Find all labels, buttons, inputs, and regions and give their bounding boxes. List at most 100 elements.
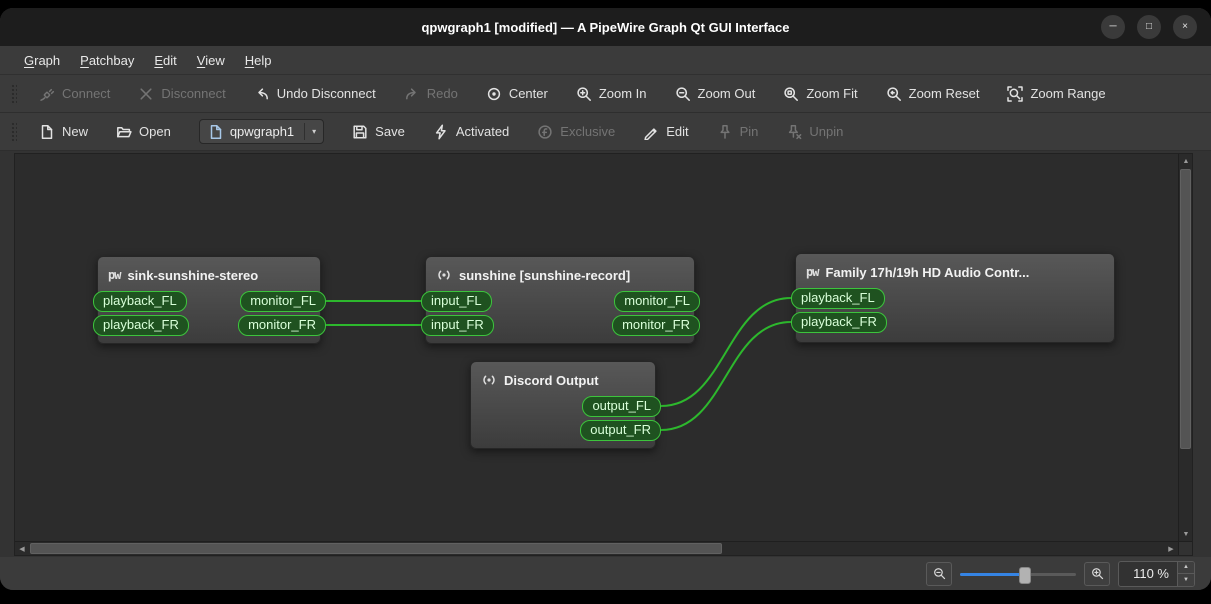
horizontal-scrollbar-thumb[interactable]: [30, 543, 722, 554]
port-input_FL[interactable]: input_FL: [421, 290, 492, 312]
port-monitor_FL[interactable]: monitor_FL: [240, 290, 326, 312]
node-title: sunshine [sunshine-record]: [459, 267, 631, 283]
menu-patchbay[interactable]: Patchbay: [70, 49, 144, 72]
scroll-down-button[interactable]: ▼: [1179, 527, 1193, 541]
unpin-button[interactable]: Unpin: [776, 119, 853, 145]
patchbay-file-combo[interactable]: qpwgraph1 ▾: [198, 119, 325, 144]
zoom-out-icon: [933, 567, 946, 580]
port-playback_FR[interactable]: playback_FR: [791, 311, 887, 333]
triangle-left-icon: ◀: [19, 546, 25, 553]
port-row: input_FL monitor_FL: [421, 290, 700, 312]
port-row: playback_FR monitor_FR: [93, 314, 326, 336]
zoom-spinbox[interactable]: 110 % ▲ ▼: [1118, 560, 1195, 587]
undo-icon: [254, 86, 270, 102]
connect-button[interactable]: Connect: [29, 81, 120, 107]
zoom-out-button[interactable]: Zoom Out: [665, 81, 766, 107]
toolbar-drag-handle[interactable]: [10, 120, 17, 143]
graph-canvas[interactable]: pw sink-sunshine-stereo playback_FL monitor…: [15, 154, 1178, 541]
port-row: playback_FL monitor_FL: [93, 290, 326, 312]
exclusive-button[interactable]: Exclusive: [527, 119, 625, 145]
toolbar-file: New Open qpwgraph1 ▾ Save Activated Exclusive E…: [0, 113, 1211, 151]
triangle-down-icon: ▼: [1183, 576, 1189, 583]
connect-label: Connect: [62, 86, 111, 101]
graph-frame: pw sink-sunshine-stereo playback_FL monitor…: [14, 153, 1193, 556]
node-family[interactable]: pw Family 17h/19h HD Audio Contr... playba…: [791, 253, 1115, 343]
vertical-scrollbar[interactable]: ▲ ▼: [1178, 154, 1192, 541]
zoom-reset-button[interactable]: Zoom Reset: [876, 81, 990, 107]
port-playback_FL[interactable]: playback_FL: [791, 287, 885, 309]
port-playback_FL[interactable]: playback_FL: [93, 290, 187, 312]
port-playback_FR[interactable]: playback_FR: [93, 314, 189, 336]
statusbar-zoom-in-button[interactable]: [1084, 561, 1110, 586]
vertical-scrollbar-thumb[interactable]: [1180, 169, 1191, 449]
port-output_FL[interactable]: output_FL: [582, 395, 661, 417]
patchbay-file-combo-value: qpwgraph1: [229, 124, 295, 139]
minimize-icon: ─: [1109, 21, 1117, 32]
port-monitor_FR[interactable]: monitor_FR: [612, 314, 700, 336]
app-window: qpwgraph1 [modified] — A PipeWire Graph …: [0, 8, 1211, 590]
close-icon: ×: [1182, 21, 1188, 32]
statusbar-zoom-out-button[interactable]: [926, 561, 952, 586]
scroll-left-button[interactable]: ◀: [15, 542, 29, 556]
port-row: output_FL: [471, 395, 661, 417]
menu-help[interactable]: Help: [235, 49, 282, 72]
port-input_FR[interactable]: input_FR: [421, 314, 494, 336]
open-icon: [116, 124, 132, 140]
new-label: New: [62, 124, 89, 139]
edit-button[interactable]: Edit: [633, 119, 698, 145]
zoom-range-icon: [1007, 85, 1024, 102]
horizontal-scrollbar[interactable]: ◀ ▶: [15, 541, 1178, 555]
zoom-range-button[interactable]: Zoom Range: [997, 81, 1115, 107]
zoom-out-icon: [675, 86, 691, 102]
minimize-button[interactable]: ─: [1101, 15, 1125, 39]
node-sunshine[interactable]: sunshine [sunshine-record] input_FL monito…: [421, 256, 700, 344]
menu-graph[interactable]: Graph: [14, 49, 70, 72]
toolbar-main: Connect Disconnect Undo Disconnect Redo Cent…: [0, 75, 1211, 113]
activated-button[interactable]: Activated: [423, 119, 519, 145]
port-row: playback_FL: [791, 287, 1114, 309]
toolbar-drag-handle[interactable]: [10, 82, 17, 105]
main-area: pw sink-sunshine-stereo playback_FL monitor…: [0, 151, 1211, 557]
pin-button[interactable]: Pin: [707, 119, 769, 145]
close-button[interactable]: ×: [1173, 15, 1197, 39]
port-monitor_FR[interactable]: monitor_FR: [238, 314, 326, 336]
audio-app-icon: [436, 267, 452, 283]
port-monitor_FL[interactable]: monitor_FL: [614, 290, 700, 312]
port-row: input_FR monitor_FR: [421, 314, 700, 336]
disconnect-button[interactable]: Disconnect: [128, 81, 235, 107]
save-icon: [352, 124, 368, 140]
zoom-reset-label: Zoom Reset: [908, 86, 980, 101]
new-button[interactable]: New: [29, 119, 98, 145]
menu-view[interactable]: View: [187, 49, 235, 72]
zoom-fit-icon: [783, 86, 799, 102]
port-output_FR[interactable]: output_FR: [580, 419, 661, 441]
toolbar-file-items: New Open qpwgraph1 ▾ Save Activated Exclusive E…: [29, 119, 853, 145]
node-sink[interactable]: pw sink-sunshine-stereo playback_FL monitor…: [93, 256, 326, 344]
node-discord[interactable]: Discord Output output_FL output_FR: [470, 361, 661, 449]
scroll-right-button[interactable]: ▶: [1164, 542, 1178, 556]
zoom-slider[interactable]: [960, 563, 1076, 585]
zoom-spin-down-button[interactable]: ▼: [1178, 573, 1194, 586]
menu-edit[interactable]: Edit: [144, 49, 186, 72]
node-title-bar: Discord Output: [471, 362, 655, 395]
center-label: Center: [508, 86, 548, 101]
zoom-in-button[interactable]: Zoom In: [566, 81, 657, 107]
open-button[interactable]: Open: [106, 119, 181, 145]
save-label: Save: [375, 124, 405, 139]
zoom-spin-up-button[interactable]: ▲: [1178, 561, 1194, 573]
triangle-down-icon: ▼: [1182, 530, 1190, 538]
zoom-value: 110 %: [1133, 566, 1169, 581]
titlebar[interactable]: qpwgraph1 [modified] — A PipeWire Graph …: [0, 8, 1211, 46]
center-button[interactable]: Center: [476, 81, 558, 107]
node-title: Discord Output: [504, 372, 599, 388]
zoom-slider-handle[interactable]: [1018, 566, 1031, 584]
activated-icon: [433, 124, 449, 140]
pin-icon: [717, 124, 733, 140]
zoom-fit-button[interactable]: Zoom Fit: [773, 81, 867, 107]
maximize-button[interactable]: □: [1137, 15, 1161, 39]
undo-disconnect-button[interactable]: Undo Disconnect: [244, 81, 386, 107]
redo-button[interactable]: Redo: [394, 81, 468, 107]
scroll-up-button[interactable]: ▲: [1179, 154, 1193, 168]
triangle-up-icon: ▲: [1182, 157, 1190, 165]
save-button[interactable]: Save: [342, 119, 415, 145]
